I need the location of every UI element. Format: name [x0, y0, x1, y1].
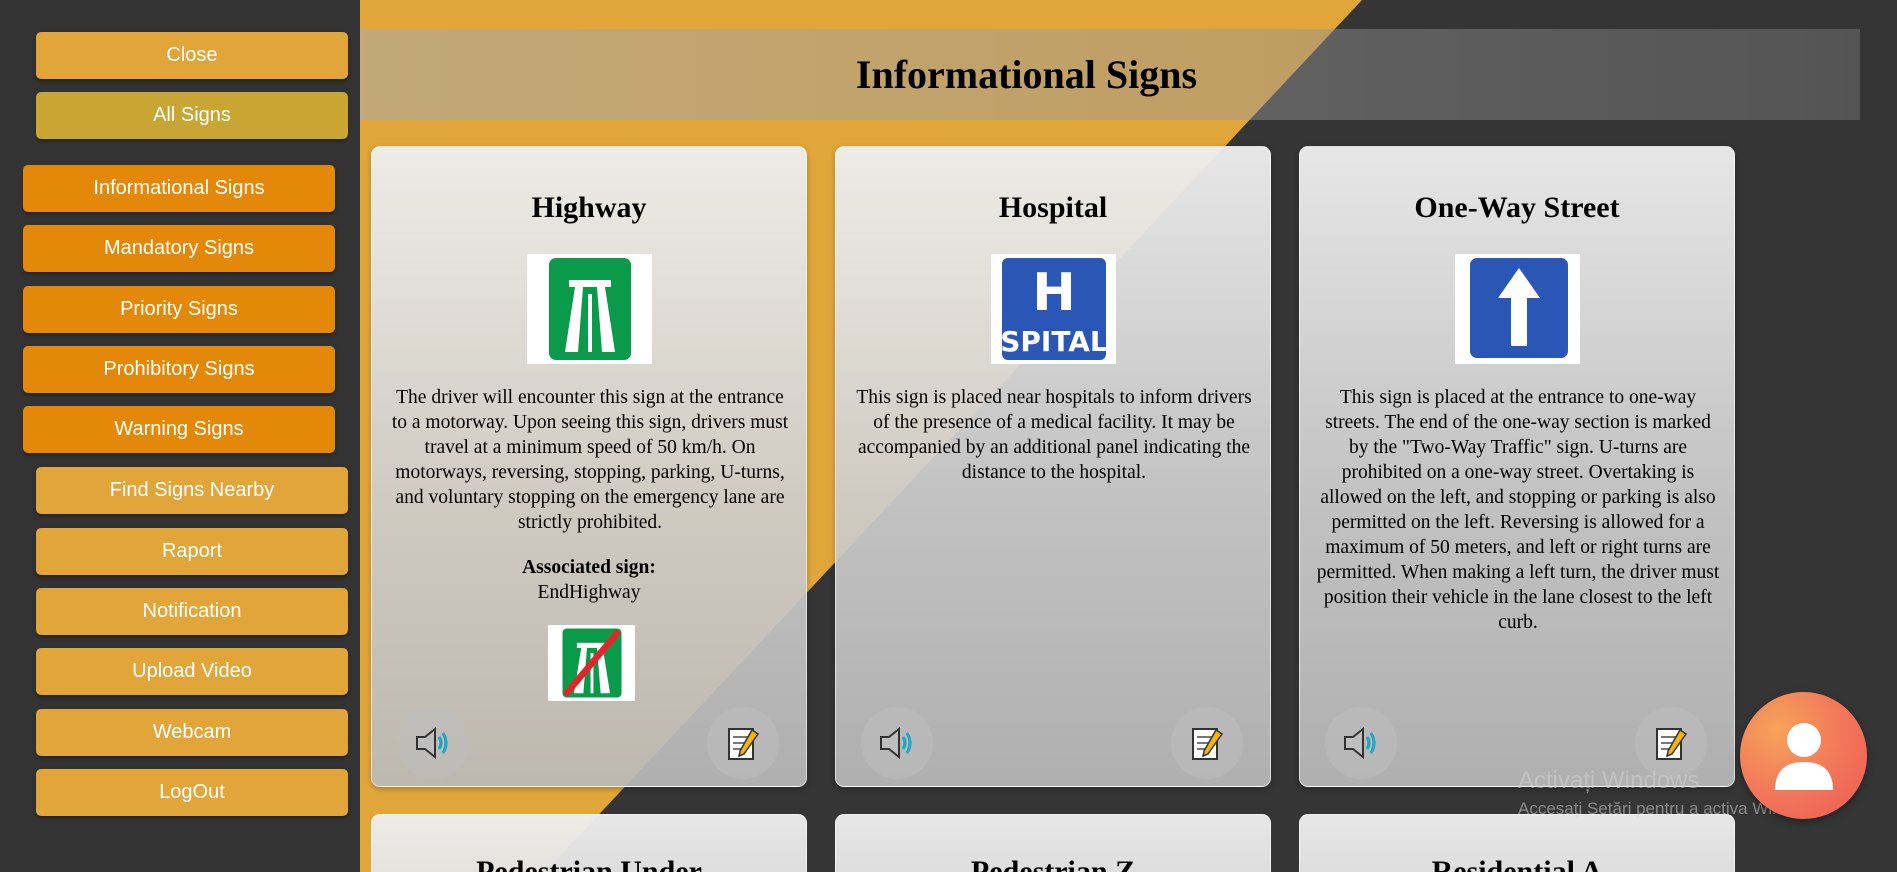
card-description: The driver will encounter this sign at t… — [391, 387, 789, 533]
card-description: This sign is placed at the entrance to o… — [1316, 387, 1720, 633]
associated-sign-label: Associated sign: — [522, 557, 656, 578]
card-title: One-Way Street — [1414, 191, 1620, 224]
one-way-sign-icon — [1455, 254, 1580, 364]
memo-icon[interactable] — [707, 707, 779, 779]
card-description: This sign is placed near hospitals to in… — [856, 387, 1252, 483]
upload-video-button[interactable]: Upload Video — [36, 648, 348, 695]
speaker-icon[interactable] — [861, 707, 933, 779]
sign-card-hospital: Hospital H SPITAL This sign is placed ne… — [835, 146, 1271, 787]
sign-card-pedestrian-z: Pedestrian Z — [835, 814, 1271, 872]
card-title: Highway — [531, 191, 647, 224]
logout-button[interactable]: LogOut — [36, 769, 348, 816]
motorway-sign-icon — [527, 254, 652, 364]
sign-card-one-way-street: One-Way Street This sign is placed at th… — [1299, 146, 1735, 787]
card-title: Pedestrian Under — [476, 855, 702, 872]
sign-card-residential-a: Residential A — [1299, 814, 1735, 872]
sign-card-highway: Highway The driver will encounter this s… — [371, 146, 807, 787]
sidebar-item-mandatory-signs[interactable]: Mandatory Signs — [23, 225, 335, 272]
associated-sign-name: EndHighway — [537, 582, 641, 603]
sidebar-item-informational-signs[interactable]: Informational Signs — [23, 165, 335, 212]
memo-icon[interactable] — [1171, 707, 1243, 779]
user-avatar-icon — [1774, 722, 1833, 790]
sign-text-spital: SPITAL — [1000, 325, 1108, 358]
sign-card-pedestrian-under: Pedestrian Under — [371, 814, 807, 872]
find-signs-nearby-button[interactable]: Find Signs Nearby — [36, 467, 348, 514]
speaker-icon[interactable] — [397, 707, 469, 779]
sidebar-item-priority-signs[interactable]: Priority Signs — [23, 286, 335, 333]
sidebar-item-prohibitory-signs[interactable]: Prohibitory Signs — [23, 346, 335, 393]
user-avatar-button[interactable] — [1740, 692, 1867, 819]
sidebar-item-warning-signs[interactable]: Warning Signs — [23, 406, 335, 453]
end-motorway-sign-icon — [548, 625, 635, 701]
sidebar: Close All Signs Informational Signs Mand… — [0, 0, 360, 872]
page-title: Informational Signs — [855, 52, 1198, 97]
speaker-icon[interactable] — [1325, 707, 1397, 779]
main-content: Informational Signs Highway The driver w… — [360, 0, 1897, 872]
card-title: Pedestrian Z — [970, 855, 1136, 872]
card-title: Hospital — [998, 191, 1108, 224]
webcam-button[interactable]: Webcam — [36, 709, 348, 756]
card-title: Residential A — [1431, 855, 1603, 872]
sign-text-h: H — [1032, 263, 1076, 323]
memo-icon[interactable] — [1635, 707, 1707, 779]
close-button[interactable]: Close — [36, 32, 348, 79]
raport-button[interactable]: Raport — [36, 528, 348, 575]
hospital-sign-icon: H SPITAL — [991, 254, 1116, 364]
all-signs-button[interactable]: All Signs — [36, 92, 348, 139]
notification-button[interactable]: Notification — [36, 588, 348, 635]
